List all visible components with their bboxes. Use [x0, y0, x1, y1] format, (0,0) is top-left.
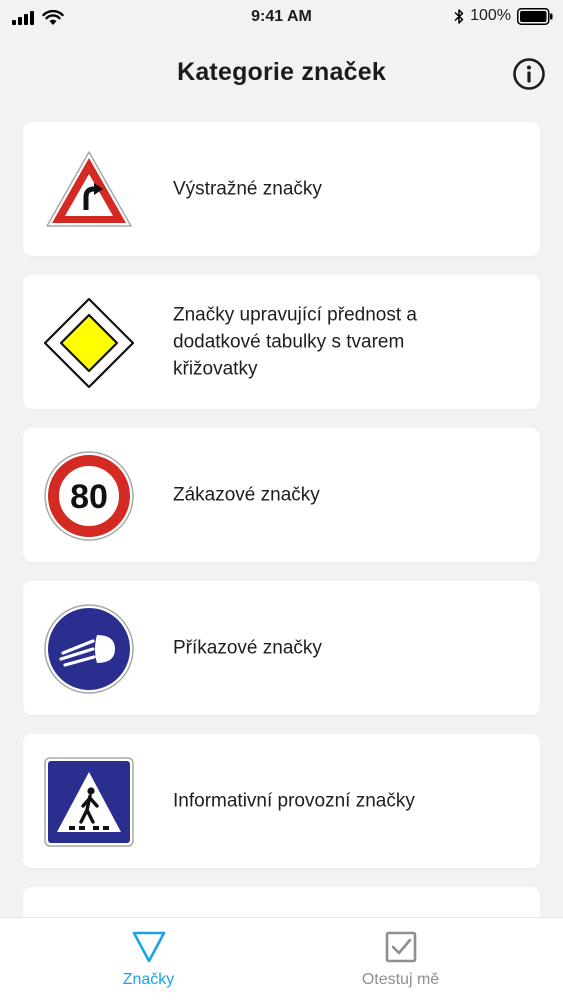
- category-label: Zákazové značky: [173, 484, 320, 506]
- pedestrian-crossing-icon: [43, 756, 135, 848]
- tab-otestuj-me[interactable]: Otestuj mě: [260, 918, 541, 1001]
- warning-triangle-curve-icon: [43, 144, 135, 236]
- speed-limit-text: 80: [70, 478, 108, 516]
- category-label: Informativní provozní značky: [173, 790, 415, 812]
- category-card-informative[interactable]: Informativní provozní značky: [23, 734, 540, 868]
- category-list[interactable]: Výstražné značky Značky upravující předn…: [0, 0, 563, 917]
- tab-znacky[interactable]: Značky: [8, 918, 289, 1001]
- category-card-partial[interactable]: [23, 887, 540, 917]
- tab-label: Otestuj mě: [361, 971, 440, 988]
- speed-limit-80-icon: 80: [43, 450, 135, 542]
- priority-road-diamond-icon: [43, 297, 135, 389]
- category-label: Příkazové značky: [173, 637, 322, 659]
- category-card-warning[interactable]: Výstražné značky: [23, 122, 540, 256]
- checkbox-icon: [385, 931, 416, 963]
- category-card-mandatory[interactable]: Příkazové značky: [23, 581, 540, 715]
- category-label: Výstražné značky: [173, 178, 322, 200]
- triangle-outline-icon: [132, 931, 165, 963]
- category-card-priority[interactable]: Značky upravující přednost a dodatkové t…: [23, 275, 540, 409]
- category-label: Značky upravující přednost a dodatkové t…: [173, 304, 417, 380]
- category-card-prohibitory[interactable]: 80 Zákazové značky: [23, 428, 540, 562]
- tab-label: Značky: [122, 971, 175, 988]
- headlights-mandatory-icon: [43, 603, 135, 695]
- tab-bar: Značky Otestuj mě: [0, 917, 563, 1001]
